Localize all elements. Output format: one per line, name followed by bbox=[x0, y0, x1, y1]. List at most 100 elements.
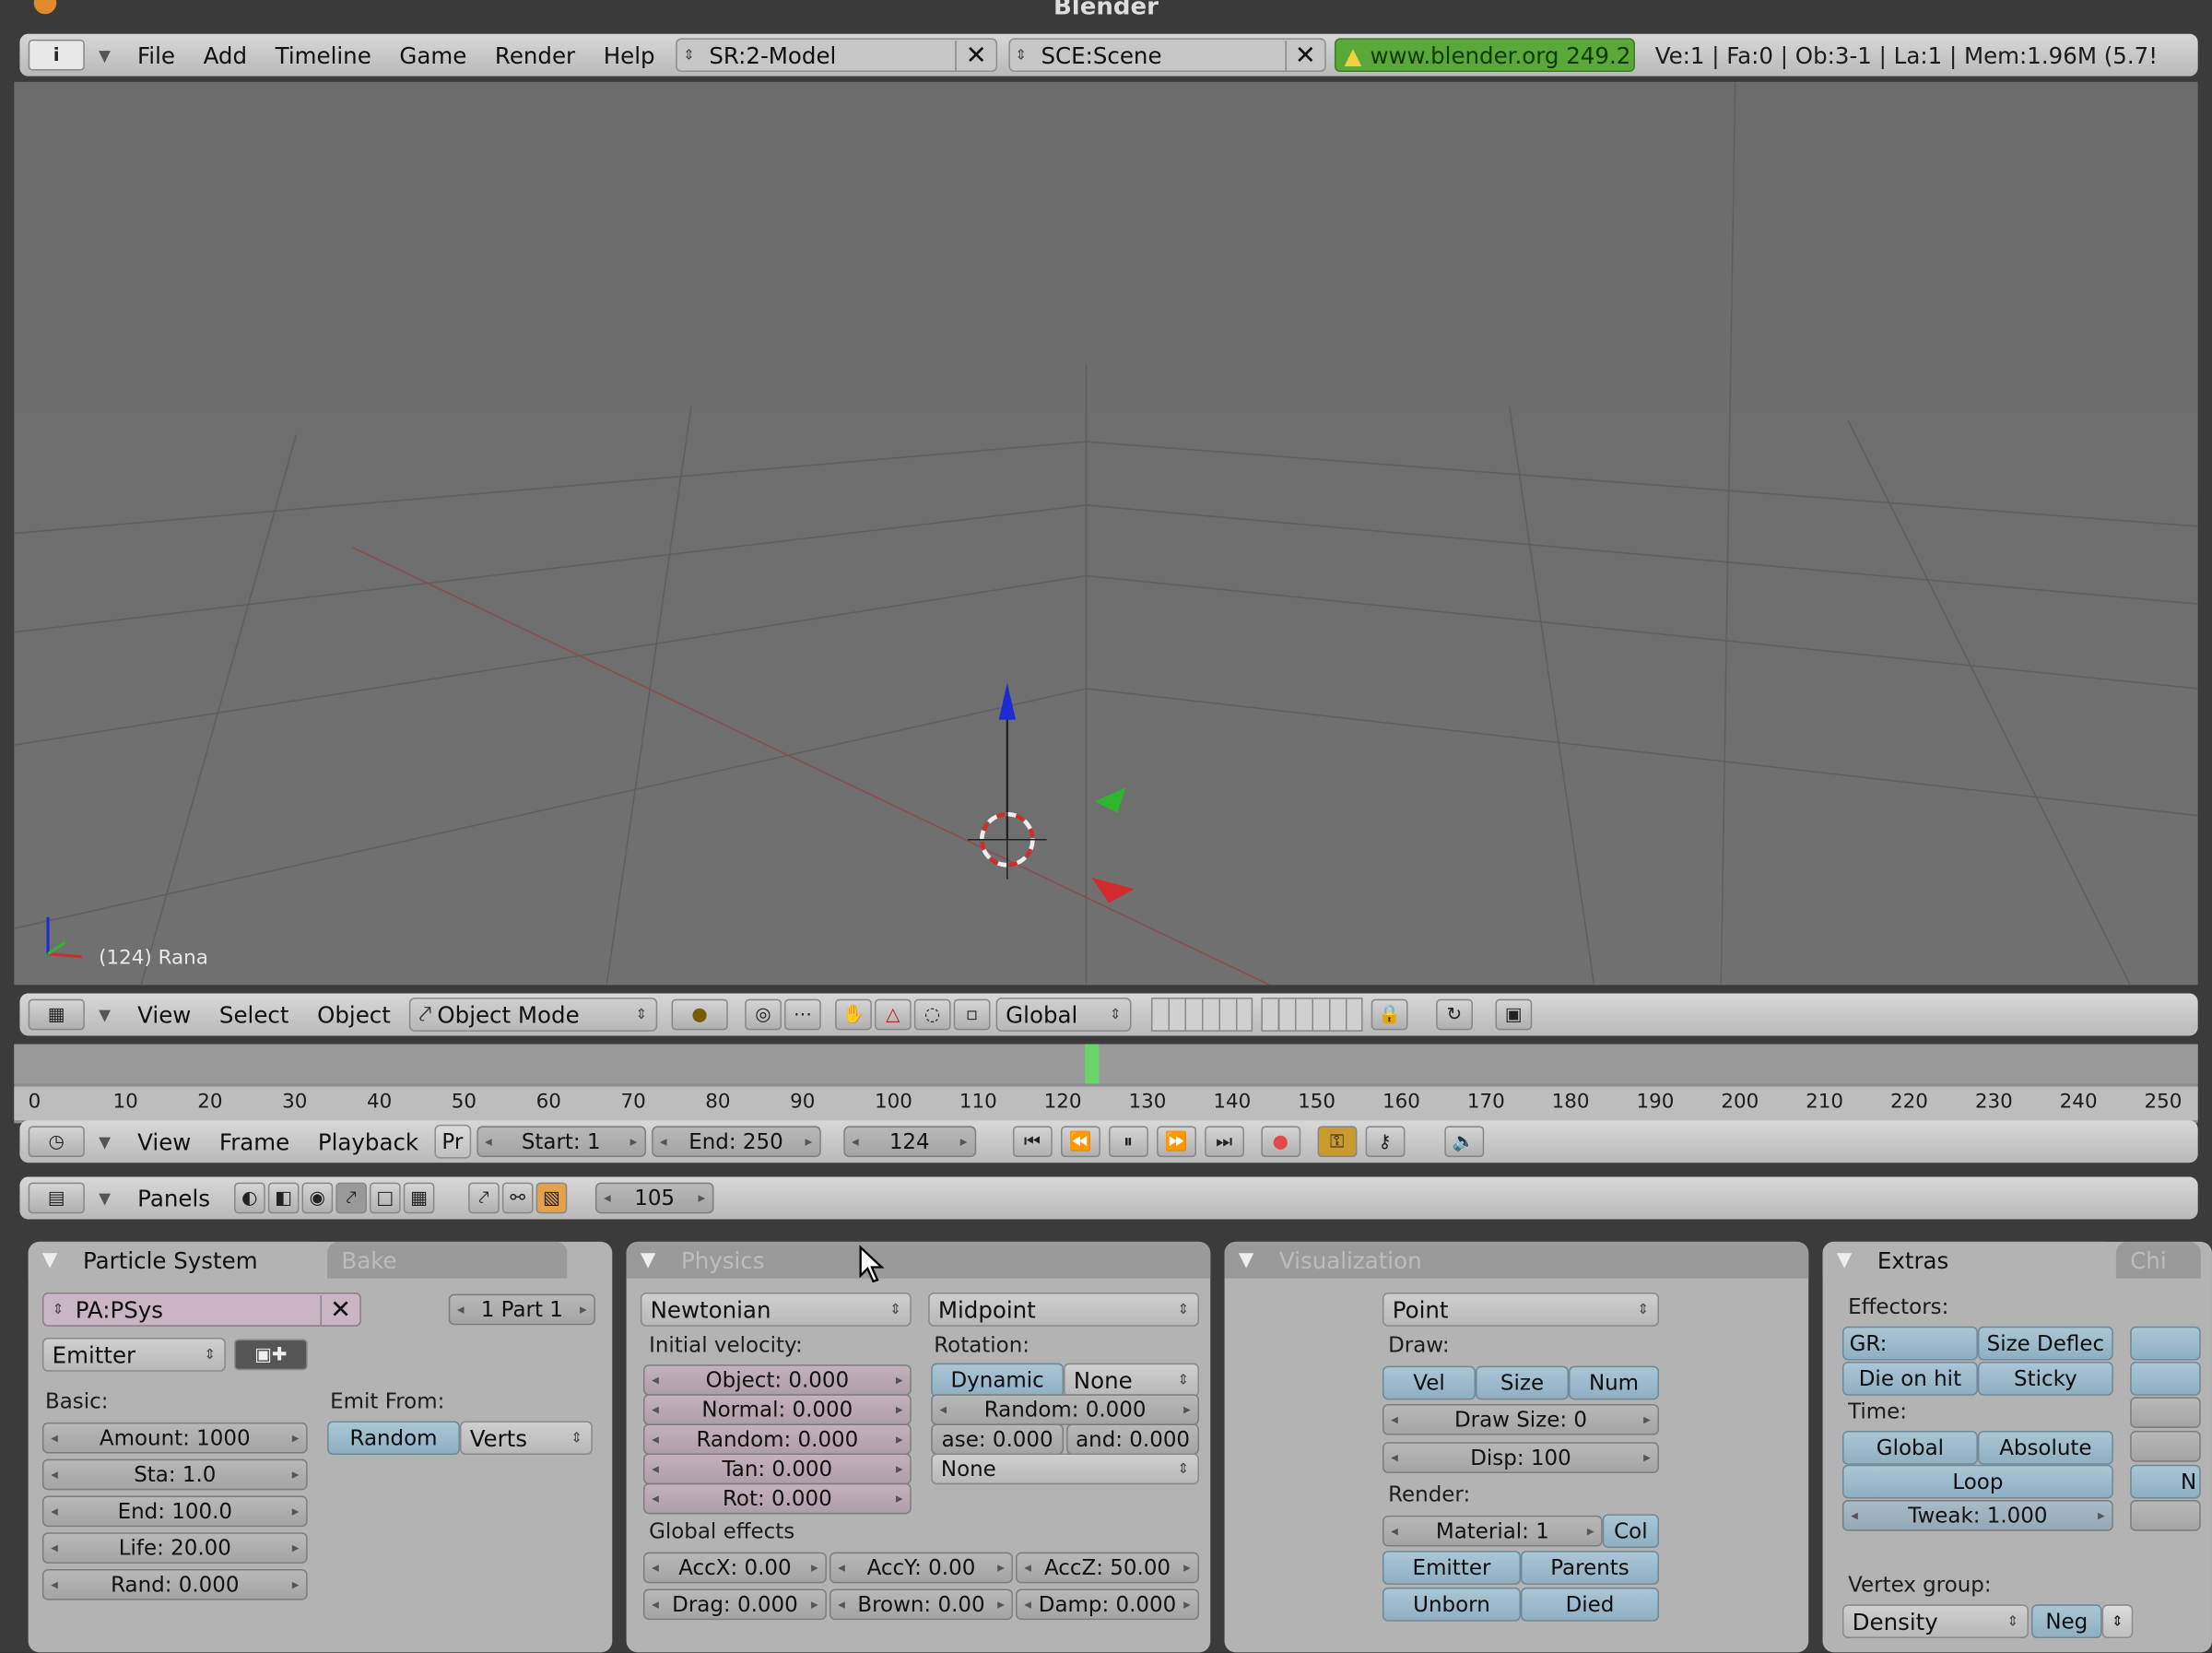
scene-delete-icon[interactable]: ✕ bbox=[1285, 40, 1316, 70]
tan-velocity-field[interactable]: ◂ Tan: 0.000 ▸ bbox=[642, 1453, 912, 1485]
disp-field[interactable]: ◂ Disp: 100 ▸ bbox=[1382, 1442, 1659, 1473]
object-velocity-field[interactable]: ◂ Object: 0.000 ▸ bbox=[642, 1364, 912, 1396]
menu-select[interactable]: Select bbox=[206, 1001, 301, 1028]
dynamic-rotation-button[interactable]: Dynamic bbox=[931, 1363, 1065, 1398]
menu-panels[interactable]: Panels bbox=[124, 1185, 222, 1211]
physics-type-dropdown[interactable]: Newtonian ⇕ bbox=[640, 1293, 912, 1327]
lock-icon[interactable]: 🔒 bbox=[1371, 998, 1408, 1031]
scene-browse-icon[interactable]: ⇕ bbox=[1015, 47, 1027, 63]
key-icon[interactable]: ⚷ bbox=[1365, 1126, 1405, 1158]
panel-collapse-icon[interactable]: ▼ bbox=[42, 1249, 58, 1271]
editing-context-icon[interactable]: □ bbox=[369, 1182, 401, 1214]
phase-field[interactable]: ase: 0.000 bbox=[931, 1423, 1065, 1456]
info-editor-type-icon[interactable]: i bbox=[28, 39, 85, 71]
collapse-menu-icon-btn[interactable]: ▼ bbox=[99, 1189, 111, 1208]
part-selector[interactable]: ◂ 1 Part 1 ▸ bbox=[448, 1293, 595, 1326]
material-color-button[interactable]: Col bbox=[1602, 1514, 1659, 1549]
emit-random-button[interactable]: Random bbox=[327, 1421, 460, 1456]
render-died-button[interactable]: Died bbox=[1520, 1587, 1659, 1622]
tab-visualization[interactable]: ▼ Visualization bbox=[1224, 1241, 1809, 1279]
scene-selector[interactable]: ⇕ SCE:Scene ✕ bbox=[1007, 38, 1326, 73]
material-field[interactable]: ◂ Material: 1 ▸ bbox=[1382, 1515, 1603, 1547]
layer-buttons-a[interactable] bbox=[1150, 998, 1253, 1032]
accy-field[interactable]: ◂ AccY: 0.00 ▸ bbox=[829, 1552, 1013, 1584]
particles-subtab-icon[interactable]: ▧ bbox=[535, 1182, 568, 1214]
script-context-icon[interactable]: ◧ bbox=[267, 1182, 300, 1214]
end-field[interactable]: ◂ End: 100.0 ▸ bbox=[41, 1495, 308, 1528]
draw-vel-button[interactable]: Vel bbox=[1382, 1365, 1477, 1400]
tab-extras[interactable]: ▼ Extras bbox=[1822, 1241, 2116, 1279]
menu-render[interactable]: Render bbox=[482, 41, 588, 68]
amount-field[interactable]: ◂ Amount: 1000 ▸ bbox=[41, 1422, 308, 1454]
shading-context-icon[interactable]: ◉ bbox=[301, 1182, 334, 1214]
current-frame-marker[interactable] bbox=[1085, 1044, 1100, 1084]
draw-size-field[interactable]: ◂ Draw Size: 0 ▸ bbox=[1382, 1403, 1659, 1435]
3d-viewport[interactable]: (124) Rana bbox=[14, 81, 2198, 986]
normal-velocity-field[interactable]: ◂ Normal: 0.000 ▸ bbox=[642, 1394, 912, 1425]
sta-field[interactable]: ◂ Sta: 1.0 ▸ bbox=[41, 1458, 308, 1491]
menu-tl-playback[interactable]: Playback bbox=[305, 1128, 431, 1155]
buttons-editor-type-icon[interactable]: ▤ bbox=[28, 1182, 85, 1214]
visualization-collapse-icon[interactable]: ▼ bbox=[1239, 1249, 1254, 1271]
extras-cut-button-2[interactable] bbox=[2130, 1362, 2201, 1396]
preview-range-button[interactable]: Pr bbox=[433, 1124, 471, 1159]
angular-velocity-dropdown[interactable]: None ⇕ bbox=[931, 1453, 1200, 1485]
accx-field[interactable]: ◂ AccX: 0.00 ▸ bbox=[642, 1552, 827, 1584]
vertex-group-dropdown[interactable]: Density ⇕ bbox=[1841, 1604, 2030, 1639]
effector-group-field[interactable]: GR: bbox=[1841, 1326, 1978, 1361]
end-frame-field[interactable]: ◂ End: 250 ▸ bbox=[651, 1126, 821, 1158]
scene-name[interactable]: SCE:Scene bbox=[1041, 41, 1285, 68]
extras-cut-button-1[interactable] bbox=[2130, 1326, 2201, 1361]
collapse-menu-icon-3d[interactable]: ▼ bbox=[99, 1006, 111, 1024]
random-velocity-field[interactable]: ◂ Random: 0.000 ▸ bbox=[642, 1423, 912, 1456]
rand-field[interactable]: ◂ Rand: 0.000 ▸ bbox=[41, 1569, 308, 1600]
drag-field[interactable]: ◂ Drag: 0.000 ▸ bbox=[642, 1588, 827, 1621]
timeline-editor-type-icon[interactable]: ◷ bbox=[28, 1126, 85, 1158]
mode-selector[interactable]: ⤤ Object Mode ⇕ bbox=[408, 998, 658, 1032]
view3d-editor-type-icon[interactable]: ▦ bbox=[28, 998, 85, 1031]
render-emitter-button[interactable]: Emitter bbox=[1382, 1551, 1521, 1585]
start-frame-field[interactable]: ◂ Start: 1 ▸ bbox=[476, 1126, 646, 1158]
menu-timeline[interactable]: Timeline bbox=[263, 41, 384, 68]
frame-number-field[interactable]: ◂ 105 ▸ bbox=[594, 1182, 714, 1214]
screen-delete-icon[interactable]: ✕ bbox=[955, 40, 987, 70]
neg-dropdown-arrow[interactable]: ⇕ bbox=[2101, 1604, 2134, 1639]
play-forward-icon[interactable]: ⏩ bbox=[1156, 1126, 1196, 1158]
menu-file[interactable]: File bbox=[124, 41, 188, 68]
object-context-icon[interactable]: ⤤ bbox=[335, 1182, 367, 1214]
current-frame-field[interactable]: ◂ 124 ▸ bbox=[842, 1126, 976, 1158]
rand-phase-field[interactable]: and: 0.000 bbox=[1066, 1423, 1200, 1456]
rotation-mode-dropdown[interactable]: None ⇕ bbox=[1064, 1363, 1200, 1398]
pivot-icon[interactable]: ◎ bbox=[745, 998, 782, 1031]
draw-num-button[interactable]: Num bbox=[1569, 1365, 1659, 1400]
extras-cut-field-2[interactable] bbox=[2130, 1431, 2201, 1462]
particle-type-dropdown[interactable]: Emitter ⇕ bbox=[41, 1338, 226, 1372]
translate-manipulator-icon[interactable]: ✋ bbox=[834, 998, 872, 1031]
audio-sync-icon[interactable]: 🔈 bbox=[1443, 1126, 1484, 1158]
draw-type-dropdown[interactable]: Point ⇕ bbox=[1382, 1293, 1659, 1327]
rot-velocity-field[interactable]: ◂ Rot: 0.000 ▸ bbox=[642, 1482, 912, 1515]
object-subtab-icon[interactable]: ⤤ bbox=[468, 1182, 500, 1214]
website-badge[interactable]: ▲ www.blender.org 249.2 bbox=[1334, 38, 1636, 73]
jump-end-icon[interactable]: ⏭ bbox=[1204, 1126, 1244, 1158]
ogl-render-icon[interactable]: ↻ bbox=[1436, 998, 1473, 1031]
layer-icon[interactable]: ▫ bbox=[953, 998, 991, 1031]
die-on-hit-button[interactable]: Die on hit bbox=[1841, 1362, 1978, 1396]
brown-field[interactable]: ◂ Brown: 0.00 ▸ bbox=[829, 1588, 1013, 1621]
scale-manipulator-icon[interactable]: ◌ bbox=[913, 998, 951, 1031]
play-reverse-icon[interactable]: ⏪ bbox=[1060, 1126, 1100, 1158]
screen-selector[interactable]: ⇕ SR:2-Model ✕ bbox=[676, 38, 997, 73]
collapse-menu-icon[interactable]: ▼ bbox=[99, 46, 111, 65]
layer-buttons-b[interactable] bbox=[1261, 998, 1363, 1032]
render-unborn-button[interactable]: Unborn bbox=[1382, 1587, 1521, 1622]
menu-game[interactable]: Game bbox=[387, 41, 479, 68]
menu-object[interactable]: Object bbox=[304, 1001, 403, 1028]
render-parents-button[interactable]: Parents bbox=[1520, 1551, 1659, 1585]
tab-children[interactable]: Chi bbox=[2115, 1241, 2201, 1279]
tab-physics[interactable]: ▼ Physics bbox=[626, 1241, 1211, 1279]
logic-context-icon[interactable]: ◐ bbox=[234, 1182, 265, 1214]
life-field[interactable]: ◂ Life: 20.00 ▸ bbox=[41, 1532, 308, 1564]
timeline-area[interactable]: 0 10 20 30 40 50 60 70 80 90 100 110 120 130 140 150 160… bbox=[14, 1044, 2198, 1124]
scene-context-icon[interactable]: ▦ bbox=[403, 1182, 435, 1214]
neg-button[interactable]: Neg bbox=[2031, 1604, 2102, 1639]
